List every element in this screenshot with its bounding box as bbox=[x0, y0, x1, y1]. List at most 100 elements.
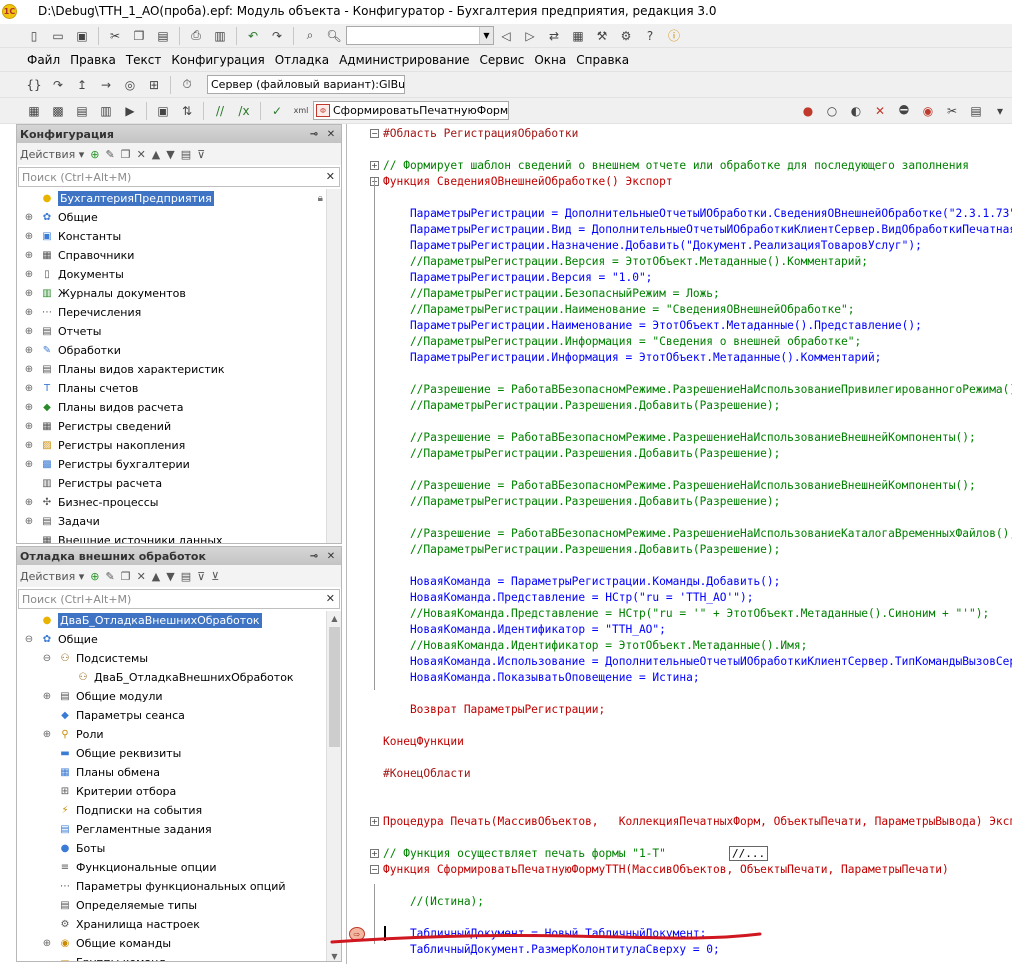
tree-item[interactable]: ● Боты bbox=[17, 839, 341, 858]
run-to-cursor-icon[interactable]: → bbox=[97, 76, 115, 94]
tree-item[interactable]: ▦ Внешние источники данных bbox=[17, 531, 341, 543]
code-line[interactable]: ПараметрыРегистрации.Назначение.Добавить… bbox=[383, 238, 1012, 254]
expand-icon[interactable]: ⊕ bbox=[23, 250, 35, 261]
search-combo[interactable]: ▼ bbox=[346, 26, 494, 45]
step-over-icon[interactable]: ↷ bbox=[49, 76, 67, 94]
tree-item[interactable]: ⊕ ◉ Общие команды bbox=[17, 934, 341, 953]
code-line[interactable]: ТабличныйДокумент = Новый ТабличныйДокум… bbox=[383, 926, 1012, 942]
actions-menu[interactable]: Действия ▾ bbox=[20, 148, 84, 161]
breakpoint-toggle-icon[interactable]: ● bbox=[799, 102, 817, 120]
tree-item[interactable]: ⊕ ▤ Отчеты bbox=[17, 322, 341, 341]
expand-icon[interactable]: ⊕ bbox=[23, 307, 35, 318]
tree-item[interactable]: ⚡ Подписки на события bbox=[17, 801, 341, 820]
code-line[interactable]: //Разрешение = РаботаВБезопасномРежиме.Р… bbox=[383, 430, 1012, 446]
form-icon[interactable]: ▩ bbox=[49, 102, 67, 120]
tree-item[interactable]: ⊕ ▥ Журналы документов bbox=[17, 284, 341, 303]
paste-icon[interactable]: ▤ bbox=[154, 27, 172, 45]
code-line[interactable]: //Разрешение = РаботаВБезопасномРежиме.Р… bbox=[383, 526, 1012, 542]
code-line[interactable]: Возврат ПараметрыРегистрации; bbox=[383, 702, 1012, 718]
tree-item[interactable]: ▥ Регистры расчета bbox=[17, 474, 341, 493]
code-line[interactable]: // Формирует шаблон сведений о внешнем о… bbox=[383, 158, 1012, 174]
copy-item-icon[interactable]: ❐ bbox=[121, 570, 131, 583]
format-icon[interactable]: ⇅ bbox=[178, 102, 196, 120]
code-line[interactable]: //ПараметрыРегистрации.БезопасныйРежим =… bbox=[383, 286, 1012, 302]
syntax-help-icon[interactable]: ⚙ bbox=[617, 27, 635, 45]
delete-icon[interactable]: ✕ bbox=[137, 148, 146, 161]
expand-icon[interactable]: ⊕ bbox=[23, 269, 35, 280]
menu-edit[interactable]: Правка bbox=[65, 53, 121, 67]
expand-icon[interactable]: ⊕ bbox=[23, 421, 35, 432]
expand-icon[interactable]: ⊕ bbox=[23, 364, 35, 375]
delete-icon[interactable]: ✕ bbox=[137, 570, 146, 583]
procedures-icon[interactable]: ▶ bbox=[121, 102, 139, 120]
code-line[interactable]: КонецФункции bbox=[383, 734, 1012, 750]
expand-icon[interactable]: ⊕ bbox=[23, 440, 35, 451]
code-line[interactable]: ПараметрыРегистрации.Информация = ЭтотОб… bbox=[383, 350, 1012, 366]
code-line[interactable]: Функция СформироватьПечатнуюФормуТТН(Мас… bbox=[383, 862, 1012, 878]
tree-item[interactable]: ⊕ ⚲ Роли bbox=[17, 725, 341, 744]
bookmark-icon[interactable]: ▦ bbox=[569, 27, 587, 45]
code-line[interactable]: НоваяКоманда.Идентификатор = "ТТН_АО"; bbox=[383, 622, 1012, 638]
tree-item[interactable]: ⊞ Критерии отбора bbox=[17, 782, 341, 801]
tree-item[interactable]: ⊕ ✣ Бизнес-процессы bbox=[17, 493, 341, 512]
code-line[interactable]: ПараметрыРегистрации = ДополнительныеОтч… bbox=[383, 206, 1012, 222]
expand-icon[interactable]: ⊕ bbox=[23, 345, 35, 356]
expand-icon[interactable]: ⊕ bbox=[41, 729, 53, 740]
database-icon[interactable]: ▤ bbox=[73, 102, 91, 120]
expand-icon[interactable]: ⊕ bbox=[41, 938, 53, 949]
code-line[interactable]: // Функция осуществляет печать формы "1-… bbox=[383, 846, 1012, 862]
move-down-icon[interactable]: ▼ bbox=[166, 148, 174, 161]
fold-expand-icon[interactable]: + bbox=[370, 849, 379, 858]
code-line[interactable]: НоваяКоманда.Использование = Дополнитель… bbox=[383, 654, 1012, 670]
module-icon[interactable]: ▦ bbox=[25, 102, 43, 120]
comment-icon[interactable]: // bbox=[211, 102, 229, 120]
breakpoint-condition-icon[interactable]: ◐ bbox=[847, 102, 865, 120]
step-out-icon[interactable]: ↥ bbox=[73, 76, 91, 94]
chevron-down-icon[interactable]: ▼ bbox=[479, 27, 493, 44]
code-line[interactable] bbox=[383, 718, 1012, 734]
close-icon[interactable]: ✕ bbox=[324, 127, 338, 141]
pin-icon[interactable]: ⊸ bbox=[307, 127, 321, 141]
code-line[interactable] bbox=[383, 366, 1012, 382]
collapsed-region-tag[interactable]: //... bbox=[729, 846, 769, 861]
more-icon[interactable]: ▾ bbox=[991, 102, 1009, 120]
code-line[interactable]: ПараметрыРегистрации.Вид = Дополнительны… bbox=[383, 222, 1012, 238]
tree-item[interactable]: ⊕ ▤ Общие модули bbox=[17, 687, 341, 706]
code-line[interactable] bbox=[383, 782, 1012, 798]
find-icon[interactable]: ⌕ bbox=[301, 27, 319, 45]
tree-item[interactable]: ⋯ Параметры функциональных опций bbox=[17, 877, 341, 896]
debug-scroll-thumb[interactable] bbox=[329, 627, 340, 747]
cut-icon[interactable]: ✂ bbox=[106, 27, 124, 45]
code-line[interactable]: //ПараметрыРегистрации.Разрешения.Добави… bbox=[383, 494, 1012, 510]
code-line[interactable] bbox=[383, 510, 1012, 526]
scissors-icon[interactable]: ✂ bbox=[943, 102, 961, 120]
print-preview-icon[interactable]: ▥ bbox=[211, 27, 229, 45]
tools-icon[interactable]: ⚒ bbox=[593, 27, 611, 45]
menu-windows[interactable]: Окна bbox=[529, 53, 571, 67]
fold-expand-icon[interactable]: + bbox=[370, 817, 379, 826]
breakpoint-disabled-icon[interactable]: ○ bbox=[823, 102, 841, 120]
code-line[interactable] bbox=[383, 142, 1012, 158]
code-line[interactable]: НоваяКоманда.Представление = НСтр("ru = … bbox=[383, 590, 1012, 606]
find-next-icon[interactable]: ▷ bbox=[521, 27, 539, 45]
save-icon[interactable]: ▣ bbox=[73, 27, 91, 45]
syntax-check-icon[interactable]: ✓ bbox=[268, 102, 286, 120]
tree-item[interactable]: ⊕ Т Планы счетов bbox=[17, 379, 341, 398]
expand-icon[interactable]: ⊕ bbox=[23, 326, 35, 337]
debug-search-input[interactable]: Поиск (Ctrl+Alt+M) ✕ bbox=[18, 589, 340, 609]
expand-icon[interactable]: ⊕ bbox=[23, 459, 35, 470]
table-icon[interactable]: ▥ bbox=[97, 102, 115, 120]
fold-collapse-icon[interactable]: − bbox=[370, 865, 379, 874]
code-line[interactable]: //НоваяКоманда.Идентификатор = ЭтотОбъек… bbox=[383, 638, 1012, 654]
code-line[interactable]: #Область РегистрацияОбработки bbox=[383, 126, 1012, 142]
code-line[interactable]: Функция СведенияОВнешнейОбработке() Эксп… bbox=[383, 174, 1012, 190]
copy-icon[interactable]: ❐ bbox=[130, 27, 148, 45]
filter-icon[interactable]: ⊽ bbox=[197, 148, 205, 161]
tree-item[interactable]: ▤ Регламентные задания bbox=[17, 820, 341, 839]
uncomment-icon[interactable]: /x bbox=[235, 102, 253, 120]
expand-icon[interactable]: ⊕ bbox=[23, 231, 35, 242]
menu-configuration[interactable]: Конфигурация bbox=[166, 53, 269, 67]
tree-item[interactable]: ⊕ ▯ Документы bbox=[17, 265, 341, 284]
tree-item[interactable]: ⊕ ▦ Справочники bbox=[17, 246, 341, 265]
tree-item[interactable]: ≡ Функциональные опции bbox=[17, 858, 341, 877]
